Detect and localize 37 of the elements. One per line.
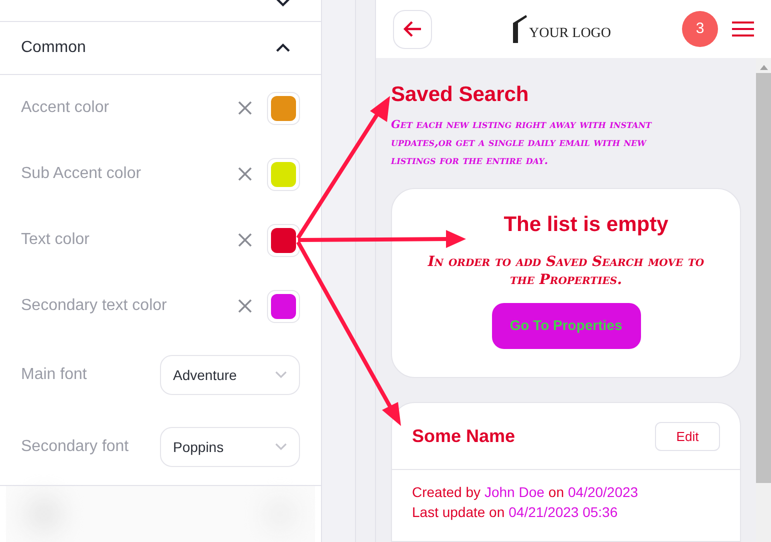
- menu-icon[interactable]: [732, 21, 754, 37]
- page-description: Get each new listing right away with instant updates,or get a single daily email with new listings for the entire day.: [391, 117, 653, 170]
- font-label: Main font: [21, 365, 88, 385]
- color-swatch[interactable]: [267, 290, 300, 322]
- font-label: Secondary font: [21, 437, 130, 457]
- close-icon[interactable]: [238, 299, 252, 313]
- section-header[interactable]: Common: [0, 22, 321, 75]
- meta-label: on: [548, 483, 564, 502]
- logo: YOUR LOGO: [512, 15, 612, 43]
- back-button[interactable]: [393, 10, 432, 48]
- saved-search-name: Some Name: [412, 424, 516, 448]
- empty-message: In order to add Saved Search move to the Properties.: [426, 252, 706, 289]
- color-label: Accent color: [21, 98, 110, 118]
- chevron-icon: [275, 371, 287, 379]
- close-icon[interactable]: [238, 167, 252, 181]
- font-select[interactable]: Poppins: [160, 427, 300, 467]
- edit-button[interactable]: Edit: [655, 422, 720, 451]
- color-label: Sub Accent color: [21, 164, 142, 184]
- color-swatch[interactable]: [267, 92, 300, 124]
- updated-date: 04/21/2023 05:36: [508, 503, 618, 522]
- color-label: Secondary text color: [21, 296, 168, 316]
- close-icon[interactable]: [238, 101, 252, 115]
- page-title: Saved Search: [391, 82, 530, 108]
- meta-label: Created by: [412, 483, 480, 502]
- back-arrow-icon: [402, 20, 422, 38]
- empty-title: The list is empty: [502, 212, 668, 238]
- color-label: Text color: [21, 230, 90, 250]
- chevron-icon: [275, 42, 291, 53]
- chevron-icon: [275, 443, 287, 451]
- author-name: John Doe: [484, 483, 544, 502]
- close-icon[interactable]: [238, 233, 252, 247]
- meta-label: Last update on: [412, 503, 505, 522]
- color-swatch[interactable]: [267, 158, 300, 190]
- font-select[interactable]: Adventure: [160, 355, 300, 395]
- scroll-up-icon[interactable]: [760, 64, 768, 70]
- created-date: 04/20/2023: [568, 483, 638, 502]
- color-swatch[interactable]: [267, 224, 300, 256]
